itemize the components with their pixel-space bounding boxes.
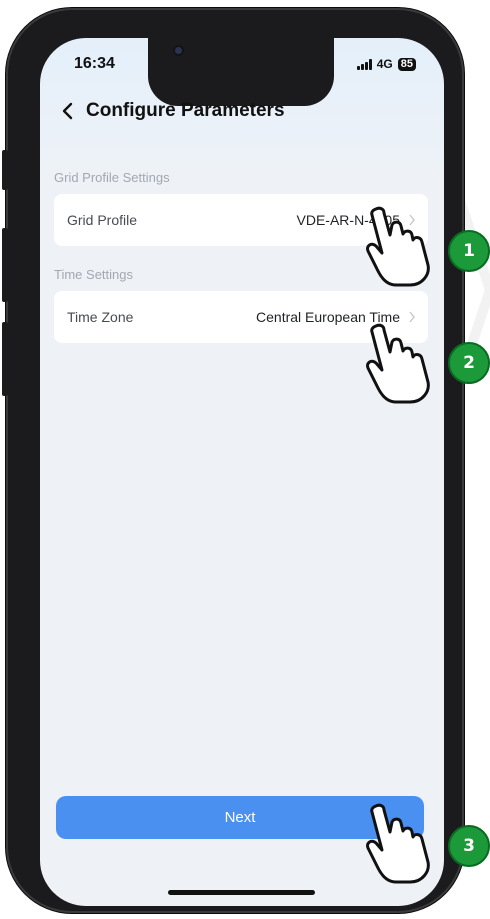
home-indicator xyxy=(168,890,315,895)
battery-icon: 85 xyxy=(397,57,416,71)
section-label-time-settings: Time Settings xyxy=(54,267,133,282)
back-arrow-icon[interactable] xyxy=(58,101,78,121)
phone-screen: 16:34 4G 85 Configure Parameters Grid Pr… xyxy=(40,38,444,906)
pointing-hand-icon xyxy=(366,803,430,884)
status-indicators: 4G 85 xyxy=(356,57,416,71)
notch xyxy=(148,38,334,106)
section-label-grid-profile: Grid Profile Settings xyxy=(54,170,170,185)
step-marker-1: 1 xyxy=(448,230,490,272)
pointing-hand-icon xyxy=(366,206,430,287)
step-marker-2: 2 xyxy=(448,342,490,384)
row-label-time-zone: Time Zone xyxy=(67,309,134,325)
status-time: 16:34 xyxy=(74,55,115,72)
row-label-grid-profile: Grid Profile xyxy=(67,212,138,228)
signal-icon xyxy=(356,58,372,70)
side-button xyxy=(2,228,8,302)
network-type: 4G xyxy=(376,57,393,71)
camera-icon xyxy=(175,47,182,54)
step-marker-3: 3 xyxy=(448,825,490,867)
pointing-hand-icon xyxy=(366,323,430,404)
phone-frame: 16:34 4G 85 Configure Parameters Grid Pr… xyxy=(6,8,464,913)
page-title: Configure Parameters xyxy=(86,100,285,121)
side-button xyxy=(2,322,8,396)
side-button xyxy=(2,150,8,190)
navigation-bar: Configure Parameters xyxy=(58,100,285,122)
